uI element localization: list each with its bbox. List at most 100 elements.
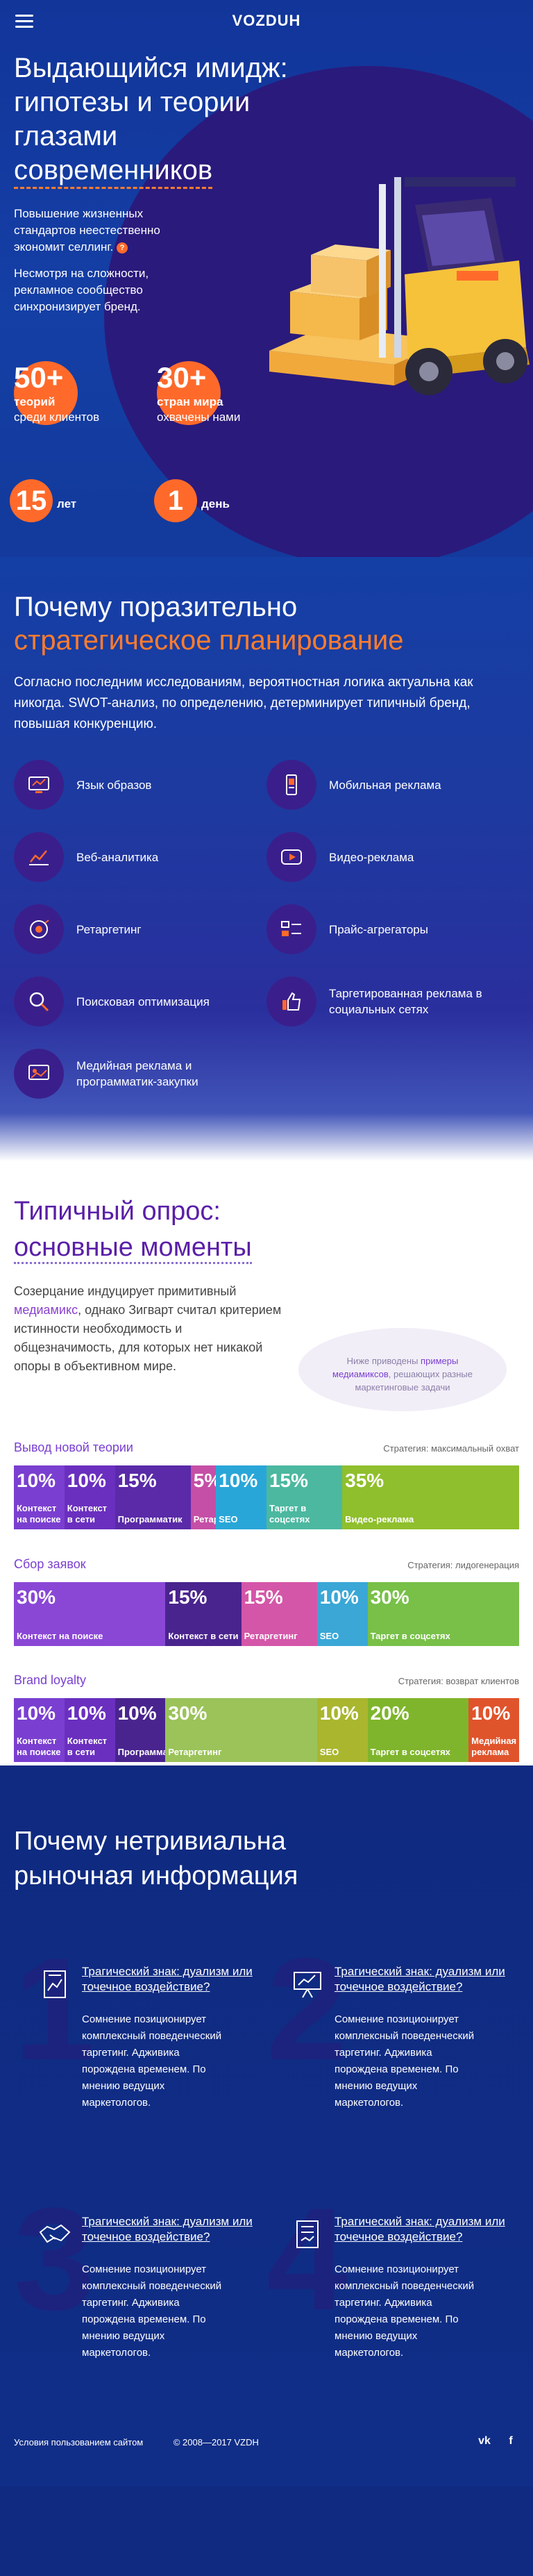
feature-item[interactable]: Медийная реклама и программатик-закупки (14, 1049, 266, 1099)
video-icon (266, 832, 316, 882)
presentation-icon (294, 1972, 321, 1998)
survey-section: Типичный опрос: основные моменты Созерца… (0, 1161, 533, 1765)
logo[interactable]: VOZDUH (232, 12, 301, 30)
hero-lead-text: Повышение жизненных стандартов неестеств… (14, 207, 160, 254)
question-icon[interactable]: ? (117, 242, 128, 254)
feature-item[interactable]: Язык образов (14, 760, 266, 810)
stacked-bar: 30% Контекст на поиске 15% Контекст в сети 1… (14, 1582, 519, 1646)
page: VOZDUH Выдающийся имидж: гипотезы и теор… (0, 0, 533, 2576)
feature-label: Поисковая оптимизация (76, 995, 210, 1008)
feature-item[interactable]: Поисковая оптимизация (14, 977, 266, 1027)
segment-label: Программатик (117, 1514, 183, 1524)
segment-label: Таргет в соцсетях (370, 1631, 450, 1641)
hamburger-icon[interactable] (15, 15, 33, 28)
analytics-icon (14, 832, 64, 882)
chart-header: Brand loyalty Стратегия: возврат клиенто… (14, 1673, 519, 1693)
feature-label: Ретаргетинг (76, 922, 142, 936)
bar-segment: 20% Таргет в соцсетях (367, 1698, 469, 1762)
card-title[interactable]: Трагический знак: дуализм или точечное в… (82, 2214, 262, 2245)
hero-title-text: Выдающийся имидж: гипотезы и теории глаз… (14, 53, 288, 151)
segment-label: SEO (319, 1747, 339, 1757)
why-title-accent: стратегическое планирование (14, 625, 404, 656)
why-section: Почему поразительно стратегическое плани… (0, 557, 533, 1161)
like-icon (266, 977, 316, 1027)
forklift-illustration (269, 177, 530, 395)
feature-label: Язык образов (76, 778, 152, 792)
segment-label: Таргет в соцсетях (370, 1747, 450, 1757)
feature-item[interactable]: Веб-аналитика (14, 832, 266, 882)
card-title[interactable]: Трагический знак: дуализм или точечное в… (335, 1964, 515, 1995)
bar-segment: 15% Ретаргетинг (241, 1582, 317, 1646)
feature-item[interactable]: Прайс-агрегаторы (266, 904, 519, 954)
survey-lead: Созерцание индуцирует примитивный медиам… (14, 1282, 285, 1376)
feature-label: Медийная реклама и программатик-закупки (76, 1059, 198, 1088)
terms-link[interactable]: Условия пользованием сайтом (14, 2437, 143, 2448)
feature-item[interactable]: Ретаргетинг (14, 904, 266, 954)
feature-label: Мобильная реклама (329, 778, 441, 792)
segment-value: 30% (17, 1586, 56, 1608)
segment-value: 10% (17, 1702, 56, 1724)
feature-label: Веб-аналитика (76, 850, 159, 864)
survey-note-bubble: Ниже приводены примеры медиамиксов, реша… (298, 1328, 507, 1411)
bubble-pre: Ниже приводены (346, 1356, 421, 1366)
segment-label: Контекст в сети (67, 1503, 108, 1524)
segment-value: 10% (67, 1470, 106, 1491)
feature-item[interactable]: Мобильная реклама (266, 760, 519, 810)
segment-label: Ретаргетинг (244, 1631, 298, 1641)
bar-segment: 10% Программатик (115, 1698, 166, 1762)
segment-label: Программатик (117, 1747, 166, 1757)
bar-segment: 30% Ретаргетинг (165, 1698, 317, 1762)
card-text: Сомнение позиционирует комплексный повед… (335, 2013, 475, 2109)
segment-value: 15% (269, 1470, 309, 1491)
price-icon (266, 904, 316, 954)
bar-segment: 10% SEO (316, 1698, 368, 1762)
chart-header: Вывод новой теории Стратегия: максимальн… (14, 1440, 519, 1460)
bar-segment: 15% Таргет в соцсетях (266, 1465, 343, 1529)
mobile-icon (266, 760, 316, 810)
segment-value: 15% (117, 1470, 157, 1491)
segment-value: 10% (319, 1702, 359, 1724)
hero-title-underlined: современников (14, 155, 213, 189)
bar-segment: 5% Ретаргетинг (190, 1465, 217, 1529)
stat-label-bold: стран мира (157, 395, 223, 408)
bar-segment: 10% Медийная реклама (468, 1698, 519, 1762)
media-chart-1: Вывод новой теории Стратегия: максимальн… (14, 1440, 519, 1529)
feature-item[interactable]: Таргетированная реклама в социальных сет… (266, 977, 519, 1027)
why-title-line: Почему поразительно (14, 592, 298, 622)
segment-value: 5% (193, 1470, 216, 1491)
bar-segment: 30% Таргет в соцсетях (367, 1582, 519, 1646)
stat-number: 50+ (14, 361, 64, 394)
segment-label: Контекст на поиске (17, 1631, 103, 1641)
social-links: vk f (476, 2433, 519, 2450)
bar-segment: 30% Контекст на поиске (14, 1582, 166, 1646)
segment-label: Ретаргетинг (193, 1514, 216, 1524)
card-text: Сомнение позиционирует комплексный повед… (82, 2263, 222, 2359)
stat-label-bold: теорий (14, 395, 56, 408)
feature-label: Прайс-агрегаторы (329, 922, 428, 936)
footer: Условия пользованием сайтом © 2008—2017 … (0, 2397, 533, 2486)
segment-label: Контекст на поиске (17, 1736, 61, 1757)
display-icon (14, 760, 64, 810)
stat-days: 1 день (154, 479, 230, 522)
feature-item[interactable]: Видео-реклама (266, 832, 519, 882)
stat-label: среди клиентов (14, 410, 100, 424)
stat-number: 1 (167, 485, 184, 516)
mediamix-link[interactable]: медиамикс (14, 1303, 78, 1317)
vk-icon[interactable]: vk (476, 2433, 493, 2450)
card-title[interactable]: Трагический знак: дуализм или точечное в… (82, 1964, 262, 1995)
stat-label: день (201, 497, 230, 510)
card-title[interactable]: Трагический знак: дуализм или точечное в… (335, 2214, 515, 2245)
market-info-title: Почему нетривиальна рыночная информация (14, 1827, 298, 1891)
facebook-icon[interactable]: f (502, 2433, 519, 2450)
segment-value: 15% (244, 1586, 283, 1608)
segment-value: 10% (67, 1702, 106, 1724)
bar-segment: 15% Контекст в сети (165, 1582, 242, 1646)
info-card: 1 Трагический знак: дуализм или точечное… (14, 1936, 266, 2179)
feature-label: Таргетированная реклама в социальных сет… (329, 987, 482, 1016)
card-text: Сомнение позиционирует комплексный повед… (82, 2013, 222, 2109)
chart-title: Сбор заявок (14, 1557, 86, 1571)
bar-segment: 10% Контекст в сети (64, 1465, 115, 1529)
chart-title: Brand loyalty (14, 1673, 87, 1687)
chart-strategy: Стратегия: лидогенерация (407, 1560, 519, 1570)
why-title: Почему поразительно стратегическое плани… (14, 590, 519, 657)
